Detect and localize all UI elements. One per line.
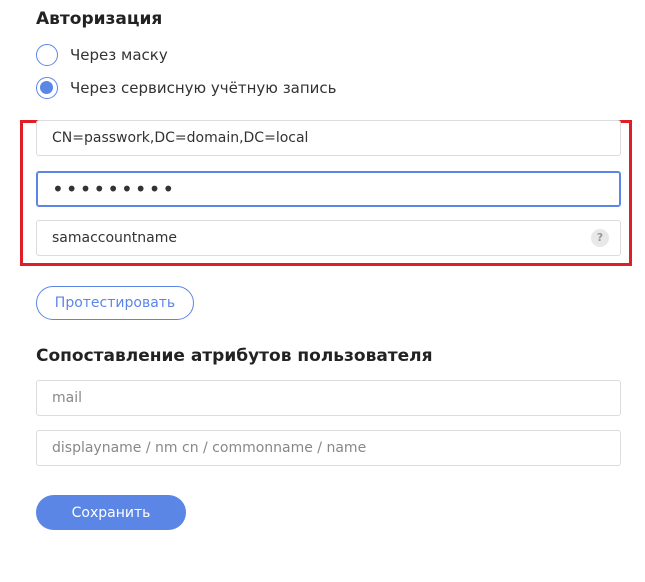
- name-attribute-field[interactable]: [36, 430, 621, 466]
- auth-section-title: Авторизация: [36, 9, 163, 29]
- radio-mask-circle[interactable]: [36, 44, 58, 66]
- help-icon[interactable]: ?: [591, 229, 609, 247]
- dn-field[interactable]: [36, 120, 621, 156]
- radio-option-mask[interactable]: Через маску: [36, 42, 168, 68]
- radio-option-service-account[interactable]: Через сервисную учётную запись: [36, 75, 337, 101]
- login-attribute-field[interactable]: [36, 220, 621, 256]
- radio-service-account-label: Через сервисную учётную запись: [70, 79, 337, 97]
- radio-mask-label: Через маску: [70, 46, 168, 64]
- mapping-section-title: Сопоставление атрибутов пользователя: [36, 346, 433, 366]
- radio-service-account-circle[interactable]: [36, 77, 58, 99]
- save-button[interactable]: Сохранить: [36, 495, 186, 530]
- test-button[interactable]: Протестировать: [36, 286, 194, 320]
- email-attribute-field[interactable]: [36, 380, 621, 416]
- password-field[interactable]: [36, 171, 621, 207]
